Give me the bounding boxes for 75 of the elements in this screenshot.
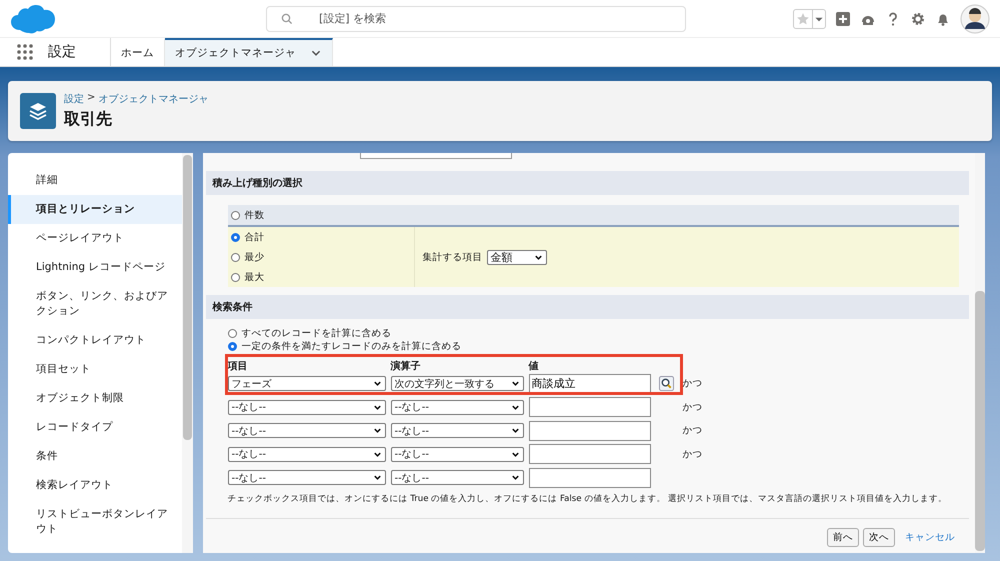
caret-icon[interactable] <box>510 473 520 482</box>
operator-select[interactable]: --なし-- <box>390 423 524 438</box>
conjunction-label: かつ <box>682 448 703 461</box>
operator-select[interactable]: --なし-- <box>390 400 524 415</box>
sidebar-item[interactable]: Lightning レコードページ <box>8 253 182 282</box>
app-title: 設定 <box>48 38 111 66</box>
field-label: 集計する項目 <box>422 250 483 264</box>
caret-icon[interactable] <box>372 379 382 388</box>
section-title: 検索条件 <box>206 295 969 319</box>
column-header: 項目 <box>228 360 249 372</box>
nav-tab[interactable]: オブジェクトマネージャ <box>165 38 333 66</box>
value-field[interactable] <box>528 420 651 441</box>
page-title: 取引先 <box>64 109 113 130</box>
sidebar-item[interactable]: 項目とリレーション <box>8 195 182 224</box>
radio-option[interactable]: 最大 <box>230 267 411 287</box>
layers-icon <box>20 93 56 129</box>
sidebar-item[interactable]: 詳細 <box>8 166 182 195</box>
sidebar-item[interactable]: 条件 <box>8 442 182 471</box>
hint-text: チェックボックス項目では、オンにするには True の値を入力し、オフにするには False の値を入力します。 選択リスト項目では、マスタ言語の選択リスト項目値を入力します。 <box>226 492 948 506</box>
sidebar-item[interactable]: 検索レイアウト <box>8 471 182 500</box>
caret-icon[interactable] <box>372 473 382 482</box>
operator-select[interactable]: --なし-- <box>390 446 524 462</box>
field-select[interactable]: --なし-- <box>228 400 386 415</box>
caret-icon[interactable] <box>534 252 543 262</box>
value-field[interactable]: 商談成立 <box>528 374 651 394</box>
lookup-icon[interactable] <box>659 376 674 392</box>
operator-select[interactable]: 次の文字列と一致する <box>390 376 524 392</box>
field-select[interactable]: フェーズ <box>228 376 386 392</box>
sidebar-item[interactable]: コンパクトレイアウト <box>8 326 182 355</box>
scrollbar[interactable] <box>975 153 985 553</box>
value-field[interactable] <box>528 468 651 488</box>
caret-icon[interactable] <box>510 426 520 436</box>
radio-option[interactable]: 合計 <box>230 227 411 247</box>
sidebar-item[interactable]: レコードタイプ <box>8 413 182 442</box>
amount-select[interactable]: 金額 <box>486 250 547 264</box>
column-header: 演算子 <box>390 360 422 372</box>
avatar-icon[interactable] <box>960 4 990 34</box>
sidebar-item[interactable]: ページレイアウト <box>8 224 182 253</box>
nav-button[interactable]: 次へ <box>863 528 895 546</box>
conjunction-label: かつ <box>682 424 703 438</box>
caret-icon[interactable] <box>510 402 520 412</box>
caret-icon[interactable] <box>372 402 382 412</box>
section-title: 積み上げ種別の選択 <box>206 171 969 195</box>
sidebar-item[interactable]: ボタン、リンク、およびアクション <box>8 282 182 326</box>
breadcrumb-separator: > <box>87 92 96 105</box>
sidebar-item[interactable]: オブジェクト制限 <box>8 384 182 413</box>
column-header: 値 <box>528 360 540 372</box>
search-icon <box>281 12 293 24</box>
radio-option[interactable]: 一定の条件を満たすレコードのみを計算に含める <box>228 340 947 353</box>
value-field[interactable] <box>528 397 651 418</box>
search-field[interactable]: [設定] を検索 <box>266 6 686 32</box>
field-select[interactable]: --なし-- <box>228 423 386 438</box>
breadcrumb-link[interactable]: 設定 <box>64 92 84 106</box>
app-launcher-icon[interactable] <box>16 43 34 61</box>
value-field[interactable] <box>528 444 651 464</box>
cancel-link[interactable]: キャンセル <box>905 530 955 544</box>
nav-button[interactable]: 前へ <box>827 528 859 546</box>
caret-icon[interactable] <box>510 450 520 459</box>
conjunction-label: かつ <box>682 377 703 390</box>
cloud-logo[interactable] <box>10 4 56 34</box>
caret-icon[interactable] <box>372 450 382 459</box>
scrollbar[interactable] <box>182 153 193 553</box>
caret-icon[interactable] <box>372 426 382 436</box>
breadcrumb-link[interactable]: オブジェクトマネージャ <box>98 92 208 106</box>
field-select[interactable]: --なし-- <box>228 446 386 462</box>
radio-option[interactable]: すべてのレコードを計算に含める <box>228 327 947 340</box>
radio-option[interactable]: 最少 <box>230 247 411 267</box>
operator-select[interactable]: --なし-- <box>390 470 524 486</box>
conjunction-label: かつ <box>682 400 703 414</box>
sidebar-item[interactable]: 項目セット <box>8 355 182 384</box>
caret-icon[interactable] <box>510 379 520 388</box>
sidebar-item[interactable]: リストビューボタンレイアウト <box>8 500 182 544</box>
plus-icon[interactable] <box>835 10 851 26</box>
field-select[interactable]: --なし-- <box>228 470 386 486</box>
settings-icon[interactable] <box>910 10 926 26</box>
